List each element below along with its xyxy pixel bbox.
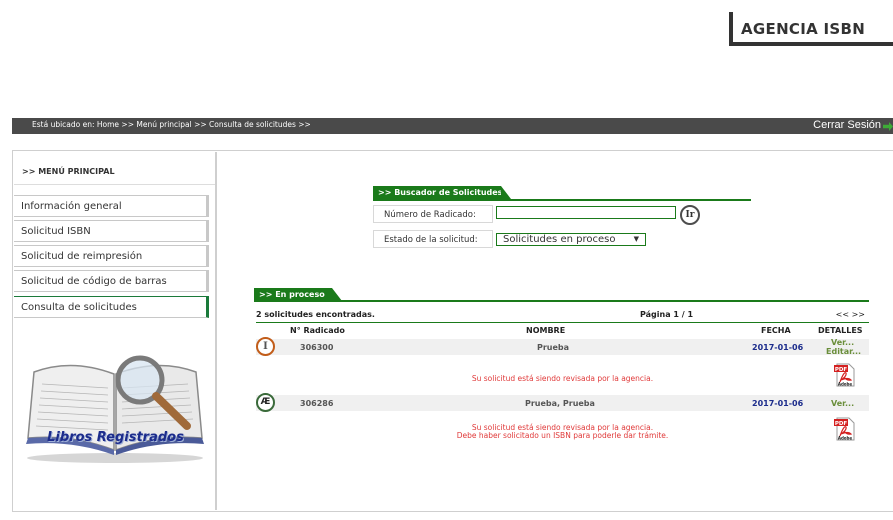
logout-arrow-icon[interactable] [883,122,893,131]
summary-divider [256,322,869,323]
editar-link[interactable]: Editar... [826,347,861,356]
ver-link[interactable]: Ver... [831,338,854,347]
sidebar-item-consulta-solicitudes[interactable]: Consulta de solicitudes [14,296,209,318]
pdf-icon[interactable]: PDF Adobe [834,417,856,441]
sidebar: >> MENÚ PRINCIPAL Información general So… [14,152,217,510]
row-nombre: Prueba, Prueba [525,399,595,408]
row-fecha: 2017-01-06 [752,343,804,352]
search-rule [373,199,751,201]
pdf-icon[interactable]: PDF Adobe [834,363,856,387]
row-status-message: Su solicitud está siendo revisada por la… [471,374,654,383]
tab-buscador: >> Buscador de Solicitudes [373,186,511,199]
sidebar-item-codigo-barras[interactable]: Solicitud de código de barras [14,270,209,292]
breadcrumb: Está ubicado en: Home >> Menú principal … [32,120,311,129]
svg-text:Adobe: Adobe [838,382,853,387]
agency-title: AGENCIA ISBN [741,20,866,38]
row-fecha: 2017-01-06 [752,399,804,408]
logout-link[interactable]: Cerrar Sesión [813,119,881,131]
agency-header: AGENCIA ISBN [729,12,893,46]
row-radicado: 306286 [300,399,334,408]
breadcrumb-bar: Está ubicado en: Home >> Menú principal … [12,118,893,134]
status-in-process-icon: I [256,337,275,356]
status-ae-icon: Æ [256,393,275,412]
row-nombre: Prueba [537,343,570,352]
col-radicado: N° Radicado [290,326,345,335]
row-radicado: 306300 [300,343,334,352]
go-button[interactable]: Ir [680,205,700,225]
radicado-input[interactable] [496,206,676,219]
page-info: Página 1 / 1 [640,310,694,319]
col-nombre: NOMBRE [526,326,566,335]
col-fecha: FECHA [761,326,791,335]
results-summary: 2 solicitudes encontradas. [256,310,375,319]
chevron-down-icon: ▼ [633,235,639,243]
menu-title: >> MENÚ PRINCIPAL [22,167,115,176]
row-status-message-2: Debe haber solicitado un ISBN para poder… [456,431,669,440]
col-detalles: DETALLES [818,326,863,335]
estado-selected-value: Solicitudes en proceso [503,234,616,245]
sidebar-item-solicitud-isbn[interactable]: Solicitud ISBN [14,220,209,242]
menu-divider [14,184,215,185]
results-list: 2 solicitudes encontradas. Página 1 / 1 … [256,301,869,441]
estado-select[interactable]: Solicitudes en proceso ▼ [496,233,646,246]
radicado-label: Número de Radicado: [373,205,493,223]
sidebar-item-informacion-general[interactable]: Información general [14,195,209,217]
sidebar-item-reimpresion[interactable]: Solicitud de reimpresión [14,245,209,267]
svg-text:Adobe: Adobe [838,436,853,441]
ver-link[interactable]: Ver... [831,399,854,408]
estado-label: Estado de la solicitud: [373,230,493,248]
libros-registrados-caption: Libros Registrados [47,430,184,445]
pager-nav[interactable]: << >> [836,310,865,319]
